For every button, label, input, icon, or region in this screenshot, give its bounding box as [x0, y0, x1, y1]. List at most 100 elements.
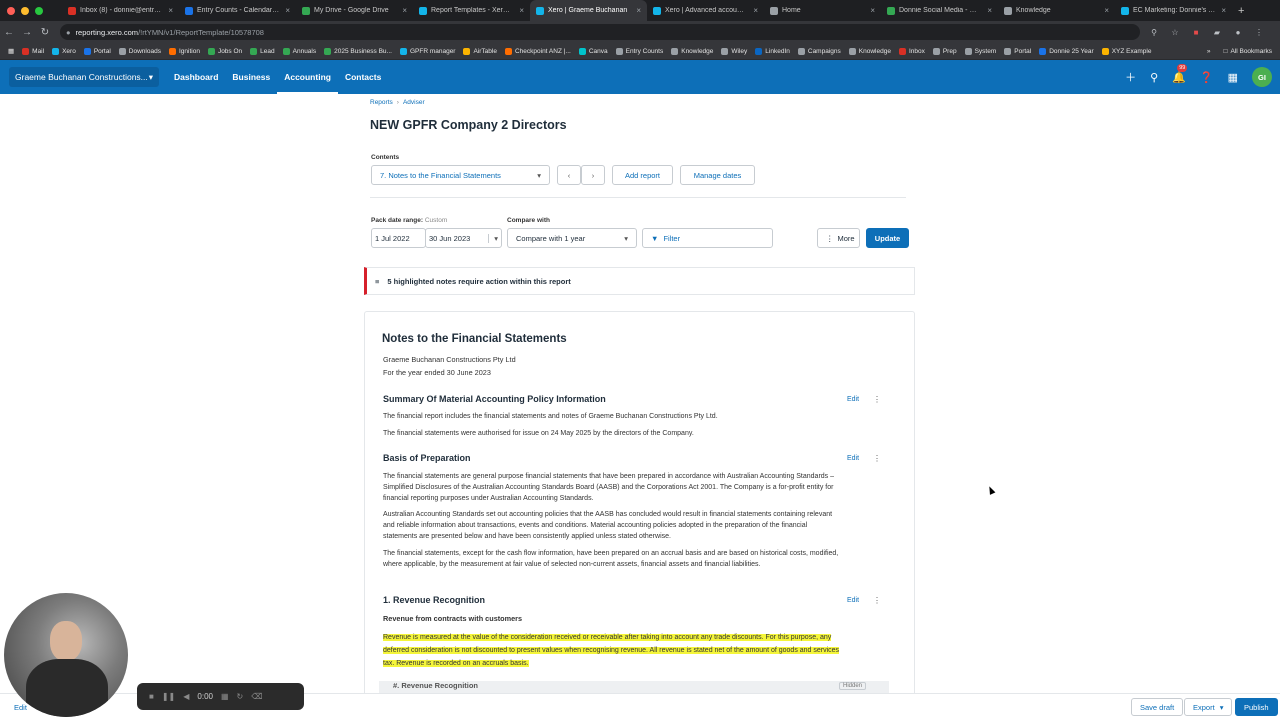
next-report-button[interactable]: › [581, 165, 605, 185]
extensions-puzzle-icon[interactable]: ▰ [1210, 28, 1224, 37]
help-icon[interactable]: ❓ [1200, 71, 1214, 84]
nav-business[interactable]: Business [225, 60, 277, 94]
browser-tab[interactable]: Xero | Advanced accountin × [647, 0, 764, 21]
bookmark-item[interactable]: Mail [18, 47, 48, 55]
browser-tab[interactable]: Inbox (8) - donnie@entryco × [62, 0, 179, 21]
browser-tab[interactable]: My Drive - Google Drive × [296, 0, 413, 21]
close-tab-icon[interactable]: × [636, 6, 641, 15]
speaker-icon[interactable]: ◀ [183, 692, 189, 701]
edit-summary-link[interactable]: Edit [847, 396, 859, 403]
update-button[interactable]: Update [866, 228, 909, 248]
add-icon[interactable]: ＋ [1125, 69, 1136, 85]
nav-dashboard[interactable]: Dashboard [167, 60, 225, 94]
nav-contacts[interactable]: Contacts [338, 60, 388, 94]
back-icon[interactable]: ← [0, 27, 18, 38]
address-bar[interactable]: ● reporting.xero.com/!rtYMN/v1/ReportTem… [60, 24, 1140, 40]
add-report-button[interactable]: Add report [612, 165, 673, 185]
end-date-input[interactable]: 30 Jun 2023 ▾ [425, 228, 502, 248]
all-bookmarks-button[interactable]: » □ All Bookmarks [1200, 43, 1272, 59]
forward-icon[interactable]: → [18, 27, 36, 38]
hidden-note-row[interactable]: #. Revenue Recognition Hidden [379, 681, 889, 693]
browser-tab[interactable]: Knowledge × [998, 0, 1115, 21]
edit-basis-link[interactable]: Edit [847, 455, 859, 462]
action-alert[interactable]: ≡ 5 highlighted notes require action wit… [364, 267, 915, 295]
close-tab-icon[interactable]: × [519, 6, 524, 15]
maximize-window-button[interactable] [35, 6, 43, 15]
bookmark-item[interactable]: Portal [1000, 47, 1035, 55]
site-info-icon[interactable]: ● [66, 28, 71, 37]
bookmark-item[interactable]: Entry Counts [612, 47, 668, 55]
browser-tab[interactable]: EC Marketing: Donnie's Tas × [1115, 0, 1232, 21]
pause-icon[interactable]: ❚❚ [162, 692, 175, 701]
previous-report-button[interactable]: ‹ [557, 165, 581, 185]
browser-tab[interactable]: Report Templates - Xero HQ × [413, 0, 530, 21]
bookmark-item[interactable]: Xero [48, 47, 80, 55]
close-tab-icon[interactable]: × [285, 6, 290, 15]
revenue-menu-icon[interactable]: ⋮ [873, 596, 881, 605]
restart-icon[interactable]: ↻ [237, 692, 244, 701]
bookmark-item[interactable]: Jobs On [204, 47, 246, 55]
new-tab-icon[interactable]: + [1232, 5, 1250, 17]
revenue-highlighted-paragraph[interactable]: Revenue is measured at the value of the … [383, 631, 843, 670]
chrome-menu-icon[interactable]: ⋮ [1252, 28, 1266, 37]
contents-dropdown[interactable]: 7. Notes to the Financial Statements ▾ [371, 165, 550, 185]
bookmark-item[interactable]: Downloads [115, 47, 165, 55]
browser-tab[interactable]: Entry Counts - Calendar - W × [179, 0, 296, 21]
bookmark-item[interactable]: System [961, 47, 1001, 55]
bookmark-item[interactable]: AirTable [459, 47, 500, 55]
trash-icon[interactable]: ⌫ [251, 692, 262, 701]
nav-accounting[interactable]: Accounting [277, 60, 338, 94]
close-tab-icon[interactable]: × [987, 6, 992, 15]
bookmark-item[interactable]: Prep [929, 47, 961, 55]
extension-icon[interactable]: ■ [1189, 28, 1203, 37]
close-tab-icon[interactable]: × [753, 6, 758, 15]
close-tab-icon[interactable]: × [1221, 6, 1226, 15]
bookmark-item[interactable]: Knowledge [845, 47, 895, 55]
bookmark-item[interactable]: Ignition [165, 47, 204, 55]
close-tab-icon[interactable]: × [1104, 6, 1109, 15]
bookmark-item[interactable]: Campaigns [794, 47, 845, 55]
bookmark-item[interactable]: Checkpoint ANZ |... [501, 47, 575, 55]
close-tab-icon[interactable]: × [870, 6, 875, 15]
bookmark-item[interactable]: Inbox [895, 47, 929, 55]
export-button[interactable]: Export ▾ [1184, 698, 1233, 716]
org-switcher[interactable]: Graeme Buchanan Constructions... ▾ [9, 67, 159, 87]
publish-button[interactable]: Publish [1235, 698, 1278, 716]
close-tab-icon[interactable]: × [168, 6, 173, 15]
search-icon[interactable]: ⚲ [1150, 71, 1158, 84]
bookmark-item[interactable]: XYZ Example [1098, 47, 1156, 55]
app-launcher-icon[interactable]: ▦ [1228, 71, 1238, 84]
summary-menu-icon[interactable]: ⋮ [873, 395, 881, 404]
avatar[interactable]: GI [1252, 67, 1272, 87]
close-window-button[interactable] [7, 6, 15, 15]
basis-menu-icon[interactable]: ⋮ [873, 454, 881, 463]
more-button[interactable]: ⋮ More [817, 228, 860, 248]
compare-dropdown[interactable]: Compare with 1 year ▾ [507, 228, 637, 248]
save-draft-button[interactable]: Save draft [1131, 698, 1184, 716]
start-date-input[interactable]: 1 Jul 2022 [371, 228, 426, 248]
minimize-window-button[interactable] [21, 6, 29, 15]
bookmark-item[interactable]: Lead [246, 47, 278, 55]
bookmark-item[interactable]: Portal [80, 47, 115, 55]
bookmark-item[interactable]: LinkedIn [751, 47, 794, 55]
bookmark-item[interactable]: Knowledge [667, 47, 717, 55]
bookmark-item[interactable]: GPFR manager [396, 47, 460, 55]
bookmark-item[interactable]: Wiley [717, 47, 751, 55]
grid-icon[interactable]: ▦ [221, 692, 229, 701]
breadcrumb-reports[interactable]: Reports [370, 99, 393, 106]
browser-tab[interactable]: Donnie Social Media - Goog × [881, 0, 998, 21]
apps-grid-icon[interactable]: ▦ [0, 47, 18, 55]
manage-dates-button[interactable]: Manage dates [680, 165, 755, 185]
zoom-icon[interactable]: ⚲ [1147, 28, 1161, 37]
bookmark-star-icon[interactable]: ☆ [1168, 28, 1182, 37]
close-tab-icon[interactable]: × [402, 6, 407, 15]
reload-icon[interactable]: ↻ [36, 27, 54, 38]
bookmark-item[interactable]: Canva [575, 47, 612, 55]
bookmark-item[interactable]: Annuals [279, 47, 321, 55]
filter-button[interactable]: ▼ Filter [642, 228, 773, 248]
notifications-icon[interactable]: 🔔 99 [1172, 63, 1188, 84]
stop-icon[interactable]: ■ [149, 692, 154, 701]
bookmark-item[interactable]: 2025 Business Bu... [320, 47, 396, 55]
profile-icon[interactable]: ● [1231, 28, 1245, 37]
bookmark-item[interactable]: Donnie 25 Year [1035, 47, 1097, 55]
